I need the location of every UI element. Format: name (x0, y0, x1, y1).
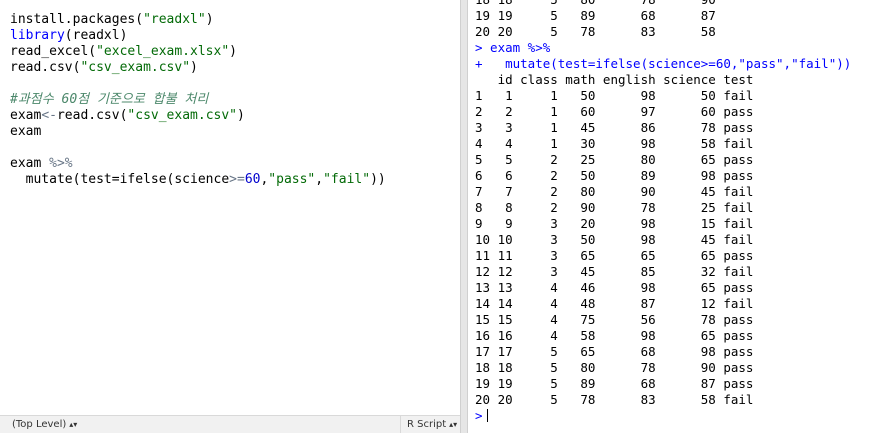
code-token: exam (10, 124, 42, 139)
code-line[interactable]: exam %>% (10, 156, 386, 172)
code-token: "csv_exam.csv" (80, 60, 191, 75)
code-token: "csv_exam.csv" (127, 108, 237, 123)
file-type-label: R Script (407, 419, 447, 430)
editor-code[interactable]: install.packages("readxl") library(readxl… (10, 12, 386, 188)
code-token: library (10, 28, 65, 43)
code-line[interactable]: ​ (10, 76, 386, 92)
console-pane[interactable]: 18 18 5 80 78 9019 19 5 89 68 8720 20 5 … (468, 0, 875, 433)
code-token: ) (205, 12, 214, 27)
code-token: "fail" (323, 172, 371, 187)
console-prompt-symbol: > (475, 408, 483, 423)
code-line[interactable]: read.csv("csv_exam.csv") (10, 60, 386, 76)
scope-label: (Top Level) (12, 419, 67, 430)
console-output-line: 14 14 4 48 87 12 fail (475, 296, 754, 311)
console-output-line: 8 8 2 90 78 25 fail (475, 200, 754, 215)
console-output-line: 20 20 5 78 83 58 (475, 24, 716, 39)
code-token: >= (229, 172, 245, 187)
code-token: install.packages( (10, 12, 144, 27)
console-output-line: 11 11 3 65 65 65 pass (475, 248, 754, 263)
console-output-line: 15 15 4 75 56 78 pass (475, 312, 754, 327)
code-token: mutate(test=ifelse(science (10, 172, 230, 187)
console-output-line: id class math english science test (475, 72, 754, 87)
console-output-line: 13 13 4 46 98 65 pass (475, 280, 754, 295)
pane-splitter[interactable] (460, 0, 468, 433)
console-output-line: 12 12 3 45 85 32 fail (475, 264, 754, 279)
console-output-line: 18 18 5 80 78 90 (475, 0, 851, 8)
console-command-line: + mutate(test=ifelse(science>=60,"pass",… (475, 56, 852, 71)
scope-dropdown[interactable]: (Top Level) ▴▾ (12, 419, 77, 430)
code-token: read.csv( (10, 60, 81, 75)
editor-status-bar: (Top Level) ▴▾ R Script ▴▾ (0, 415, 460, 433)
console-output-line: 19 19 5 89 68 87 (475, 8, 716, 23)
console-output-line: 5 5 2 25 80 65 pass (475, 152, 754, 167)
code-line[interactable]: exam (10, 124, 386, 140)
console-input-line[interactable]: > (475, 408, 851, 424)
code-line[interactable]: library(readxl) (10, 28, 386, 44)
code-token: #과점수 60점 기준으로 합불 처리 (10, 92, 209, 107)
code-token: exam (10, 156, 50, 171)
code-token: read.csv( (56, 108, 128, 123)
updown-icon: ▴▾ (449, 420, 458, 429)
code-line[interactable]: ​ (10, 140, 386, 156)
console-output-line: 19 19 5 89 68 87 pass (475, 376, 754, 391)
code-token: ) (237, 108, 245, 123)
updown-icon: ▴▾ (69, 420, 78, 429)
console-output-line: 20 20 5 78 83 58 fail (475, 392, 754, 407)
code-token: exam (10, 108, 42, 123)
code-token: "readxl" (143, 12, 206, 27)
code-line[interactable]: #과점수 60점 기준으로 합불 처리 (10, 92, 386, 108)
console-command-line: > exam %>% (475, 40, 551, 55)
code-line[interactable]: mutate(test=ifelse(science>=60,"pass","f… (10, 172, 386, 188)
script-editor[interactable]: install.packages("readxl") library(readxl… (0, 0, 460, 433)
code-line[interactable]: read_excel("excel_exam.xlsx") (10, 44, 386, 60)
code-line[interactable]: install.packages("readxl") (10, 12, 386, 28)
code-token: )) (370, 172, 386, 187)
console-output-line: 3 3 1 45 86 78 pass (475, 120, 754, 135)
code-token: ) (190, 60, 198, 75)
console-output-line: 6 6 2 50 89 98 pass (475, 168, 754, 183)
code-token: 60 (244, 172, 261, 187)
code-line[interactable]: exam<-read.csv("csv_exam.csv") (10, 108, 386, 124)
console-output-line: 10 10 3 50 98 45 fail (475, 232, 754, 247)
code-token: ) (229, 44, 237, 59)
console-output-line: 9 9 3 20 98 15 fail (475, 216, 754, 231)
console-output-line: 4 4 1 30 98 58 fail (475, 136, 754, 151)
code-token: "excel_exam.xlsx" (96, 44, 230, 59)
console-output-line: 1 1 1 50 98 50 fail (475, 88, 754, 103)
file-type-dropdown[interactable]: R Script ▴▾ (400, 416, 457, 433)
console-output-line: 18 18 5 80 78 90 pass (475, 360, 754, 375)
console-output-line: 7 7 2 80 90 45 fail (475, 184, 754, 199)
code-token: "pass" (268, 172, 316, 187)
code-token: <- (41, 108, 57, 123)
console-output-line: 16 16 4 58 98 65 pass (475, 328, 754, 343)
code-token: (readxl) (64, 28, 128, 43)
code-token: read_excel( (10, 44, 97, 59)
text-cursor (486, 409, 488, 422)
console-output-line: 17 17 5 65 68 98 pass (475, 344, 754, 359)
console-output-line: 2 2 1 60 97 60 pass (475, 104, 754, 119)
console-output: 18 18 5 80 78 9019 19 5 89 68 8720 20 5 … (475, 0, 851, 424)
code-token: %>% (49, 156, 73, 171)
code-token: , (315, 172, 324, 187)
